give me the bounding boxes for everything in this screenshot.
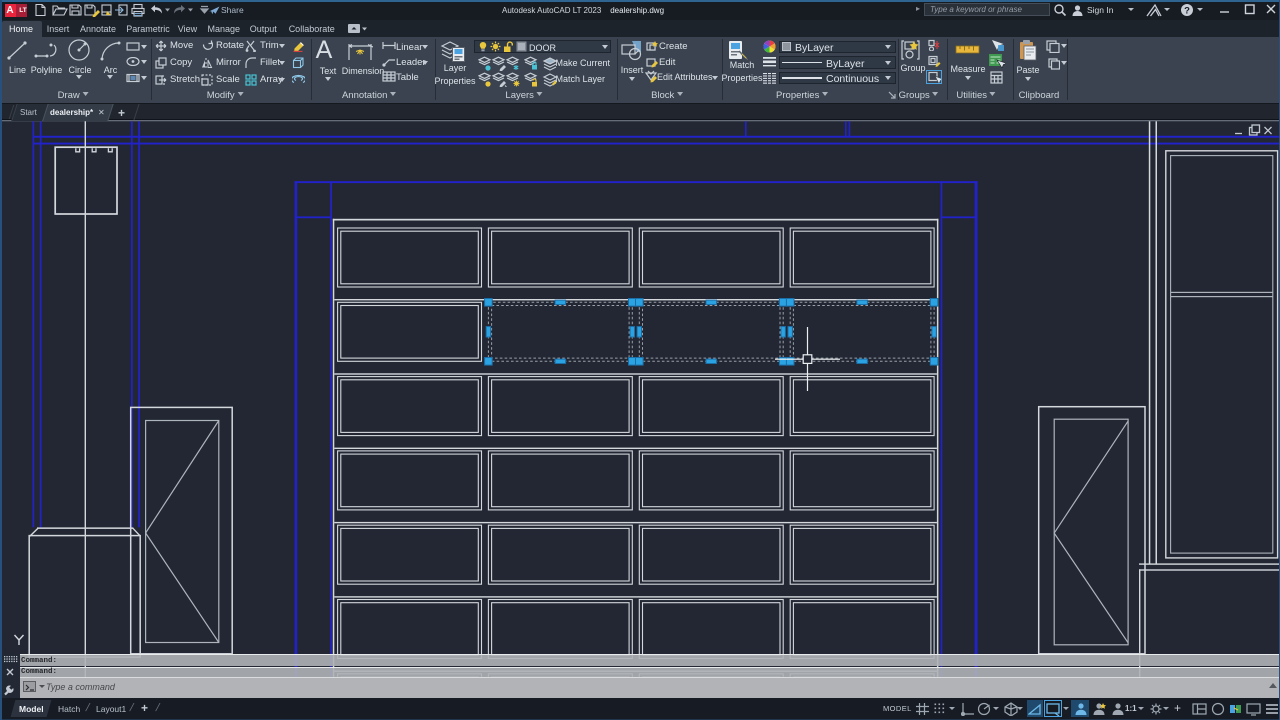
svg-text:?: ? bbox=[1184, 5, 1190, 16]
